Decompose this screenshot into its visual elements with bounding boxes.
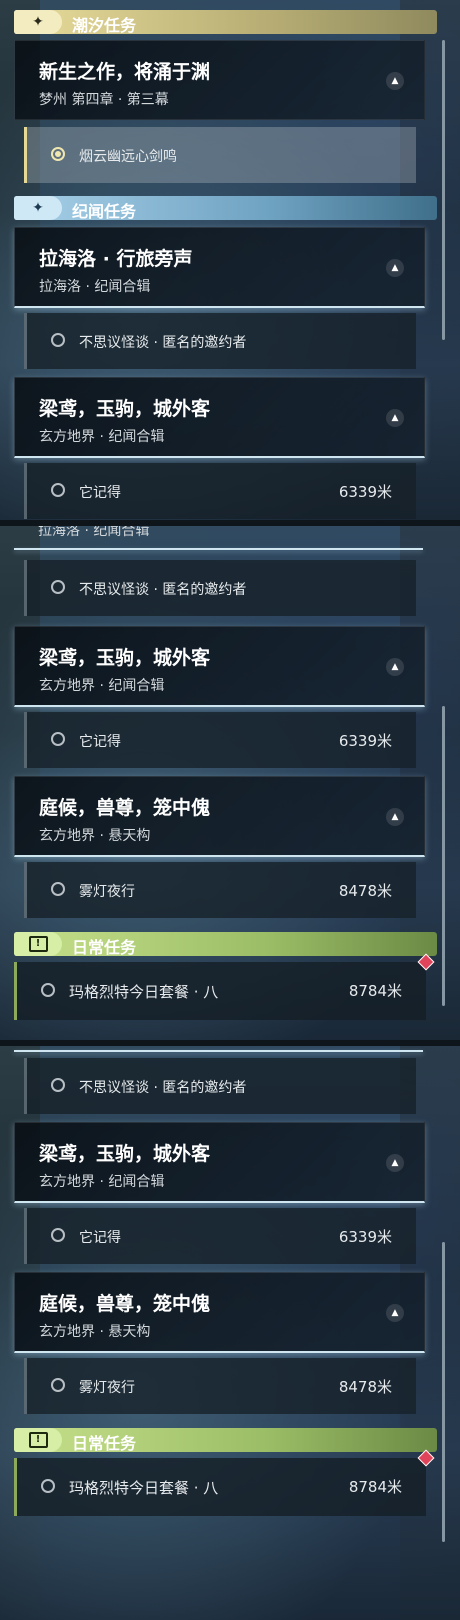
distance-label: 6339米 [338, 483, 392, 501]
daily-quest-header: ! 日常任务 [14, 932, 437, 957]
sub-quest[interactable]: 不思议怪谈 · 匿名的邀约者 [24, 560, 416, 616]
quest-subtitle: 玄方地界 · 悬天构 [39, 1324, 151, 1340]
collapse-button[interactable]: ▲ [386, 409, 404, 427]
quest-subtitle: 玄方地界 · 纪闻合辑 [39, 1174, 165, 1190]
quest-card-liangyuan[interactable]: 梁鸢，玉驹，城外客 玄方地界 · 纪闻合辑 ▲ [14, 626, 425, 707]
alert-diamond-icon [417, 953, 435, 971]
radio-selected-icon [51, 147, 65, 161]
radio-icon [41, 983, 55, 997]
sub-quest-label: 它记得 [79, 1230, 121, 1246]
sub-quest[interactable]: 它记得 6339米 [24, 1208, 416, 1264]
legend-header-label: 纪闻任务 [72, 202, 137, 221]
exclamation-box-icon: ! [14, 1428, 62, 1452]
quest-panel-3: 不思议怪谈 · 匿名的邀约者 梁鸢，玉驹，城外客 玄方地界 · 纪闻合辑 ▲ 它… [0, 1046, 460, 1620]
sparkle-icon: ✦ [14, 196, 62, 220]
quest-title: 拉海洛 · 行旅旁声 [39, 248, 193, 270]
scrollbar[interactable] [442, 1242, 445, 1542]
collapse-button[interactable]: ▲ [386, 259, 404, 277]
card-underline [14, 1050, 423, 1052]
chevron-up-icon: ▲ [391, 263, 399, 273]
sub-quest[interactable]: 不思议怪谈 · 匿名的邀约者 [24, 1058, 416, 1114]
daily-quest-item[interactable]: 玛格烈特今日套餐 · 八 8784米 [14, 953, 435, 1020]
chevron-up-icon: ▲ [391, 1308, 399, 1318]
distance-label: 6339米 [338, 732, 392, 750]
sparkle-icon: ✦ [14, 10, 62, 34]
quest-subtitle-partial: 拉海洛 · 纪闻合辑 [38, 526, 150, 539]
daily-header-label: 日常任务 [72, 1434, 137, 1453]
distance-label: 6339米 [338, 1228, 392, 1246]
distance-label: 8478米 [338, 1378, 392, 1396]
sub-quest[interactable]: 不思议怪谈 · 匿名的邀约者 [24, 313, 416, 369]
chevron-up-icon: ▲ [391, 76, 399, 86]
radio-icon [51, 882, 65, 896]
collapse-button[interactable]: ▲ [386, 1154, 404, 1172]
tide-quest-header: ✦ 潮汐任务 [14, 10, 437, 35]
tide-header-label: 潮汐任务 [72, 16, 137, 35]
collapse-button[interactable]: ▲ [386, 808, 404, 826]
radio-icon [51, 1378, 65, 1392]
daily-quest-label: 玛格烈特今日套餐 · 八 [69, 983, 219, 1001]
chevron-up-icon: ▲ [391, 662, 399, 672]
sub-quest-label: 它记得 [79, 734, 121, 750]
quest-subtitle: 拉海洛 · 纪闻合辑 [39, 279, 151, 295]
radio-icon [51, 483, 65, 497]
legend-quest-header: ✦ 纪闻任务 [14, 196, 437, 221]
quest-card-lahailuo[interactable]: 拉海洛 · 行旅旁声 拉海洛 · 纪闻合辑 ▲ [14, 227, 425, 308]
quest-title: 庭候，兽尊，笼中傀 [39, 797, 211, 819]
quest-card-tide[interactable]: 新生之作，将涌于渊 梦州 第四章 · 第三幕 ▲ [14, 40, 425, 120]
daily-quest-header: ! 日常任务 [14, 1428, 437, 1453]
quest-panel-2: 拉海洛 · 纪闻合辑 不思议怪谈 · 匿名的邀约者 梁鸢，玉驹，城外客 玄方地界… [0, 526, 460, 1040]
chevron-up-icon: ▲ [391, 413, 399, 423]
sub-quest-label: 不思议怪谈 · 匿名的邀约者 [79, 582, 247, 598]
alert-diamond-icon [417, 1449, 435, 1467]
card-underline [14, 548, 423, 550]
sub-quest[interactable]: 它记得 6339米 [24, 712, 416, 768]
quest-card-liangyuan[interactable]: 梁鸢，玉驹，城外客 玄方地界 · 纪闻合辑 ▲ [14, 377, 425, 458]
daily-quest-item[interactable]: 玛格烈特今日套餐 · 八 8784米 [14, 1449, 435, 1516]
sub-quest-active[interactable]: 烟云幽远心剑鸣 [24, 127, 416, 183]
quest-card-tinghou[interactable]: 庭候，兽尊，笼中傀 玄方地界 · 悬天构 ▲ [14, 776, 425, 857]
radio-icon [51, 333, 65, 347]
radio-icon [51, 1078, 65, 1092]
quest-subtitle: 玄方地界 · 纪闻合辑 [39, 678, 165, 694]
collapse-button[interactable]: ▲ [386, 72, 404, 90]
distance-label: 8478米 [338, 882, 392, 900]
distance-label: 8784米 [348, 1478, 402, 1496]
quest-card-tinghou[interactable]: 庭候，兽尊，笼中傀 玄方地界 · 悬天构 ▲ [14, 1272, 425, 1353]
sub-quest-label: 不思议怪谈 · 匿名的邀约者 [79, 335, 247, 351]
sub-quest-label: 雾灯夜行 [79, 1380, 135, 1396]
collapse-button[interactable]: ▲ [386, 1304, 404, 1322]
radio-icon [51, 732, 65, 746]
scrollbar[interactable] [442, 40, 445, 340]
sub-quest[interactable]: 雾灯夜行 8478米 [24, 1358, 416, 1414]
radio-icon [51, 580, 65, 594]
sub-quest-label: 它记得 [79, 485, 121, 501]
scrollbar[interactable] [442, 706, 445, 1006]
quest-title: 庭候，兽尊，笼中傀 [39, 1293, 211, 1315]
quest-subtitle: 玄方地界 · 纪闻合辑 [39, 429, 165, 445]
quest-title: 梁鸢，玉驹，城外客 [39, 1143, 211, 1165]
collapse-button[interactable]: ▲ [386, 658, 404, 676]
daily-quest-label: 玛格烈特今日套餐 · 八 [69, 1479, 219, 1497]
sub-quest[interactable]: 它记得 6339米 [24, 463, 416, 519]
sub-quest-label: 烟云幽远心剑鸣 [79, 149, 177, 165]
radio-icon [41, 1479, 55, 1493]
sub-quest[interactable]: 雾灯夜行 8478米 [24, 862, 416, 918]
quest-title: 梁鸢，玉驹，城外客 [39, 398, 211, 420]
sub-quest-label: 不思议怪谈 · 匿名的邀约者 [79, 1080, 247, 1096]
quest-title: 梁鸢，玉驹，城外客 [39, 647, 211, 669]
quest-subtitle: 玄方地界 · 悬天构 [39, 828, 151, 844]
radio-icon [51, 1228, 65, 1242]
distance-label: 8784米 [348, 982, 402, 1000]
quest-panel-1: ✦ 潮汐任务 新生之作，将涌于渊 梦州 第四章 · 第三幕 ▲ 烟云幽远心剑鸣 … [0, 0, 460, 520]
daily-header-label: 日常任务 [72, 938, 137, 957]
chevron-up-icon: ▲ [391, 812, 399, 822]
quest-card-liangyuan[interactable]: 梁鸢，玉驹，城外客 玄方地界 · 纪闻合辑 ▲ [14, 1122, 425, 1203]
quest-title: 新生之作，将涌于渊 [39, 61, 211, 83]
chevron-up-icon: ▲ [391, 1158, 399, 1168]
quest-subtitle: 梦州 第四章 · 第三幕 [39, 92, 169, 108]
exclamation-box-icon: ! [14, 932, 62, 956]
sub-quest-label: 雾灯夜行 [79, 884, 135, 900]
